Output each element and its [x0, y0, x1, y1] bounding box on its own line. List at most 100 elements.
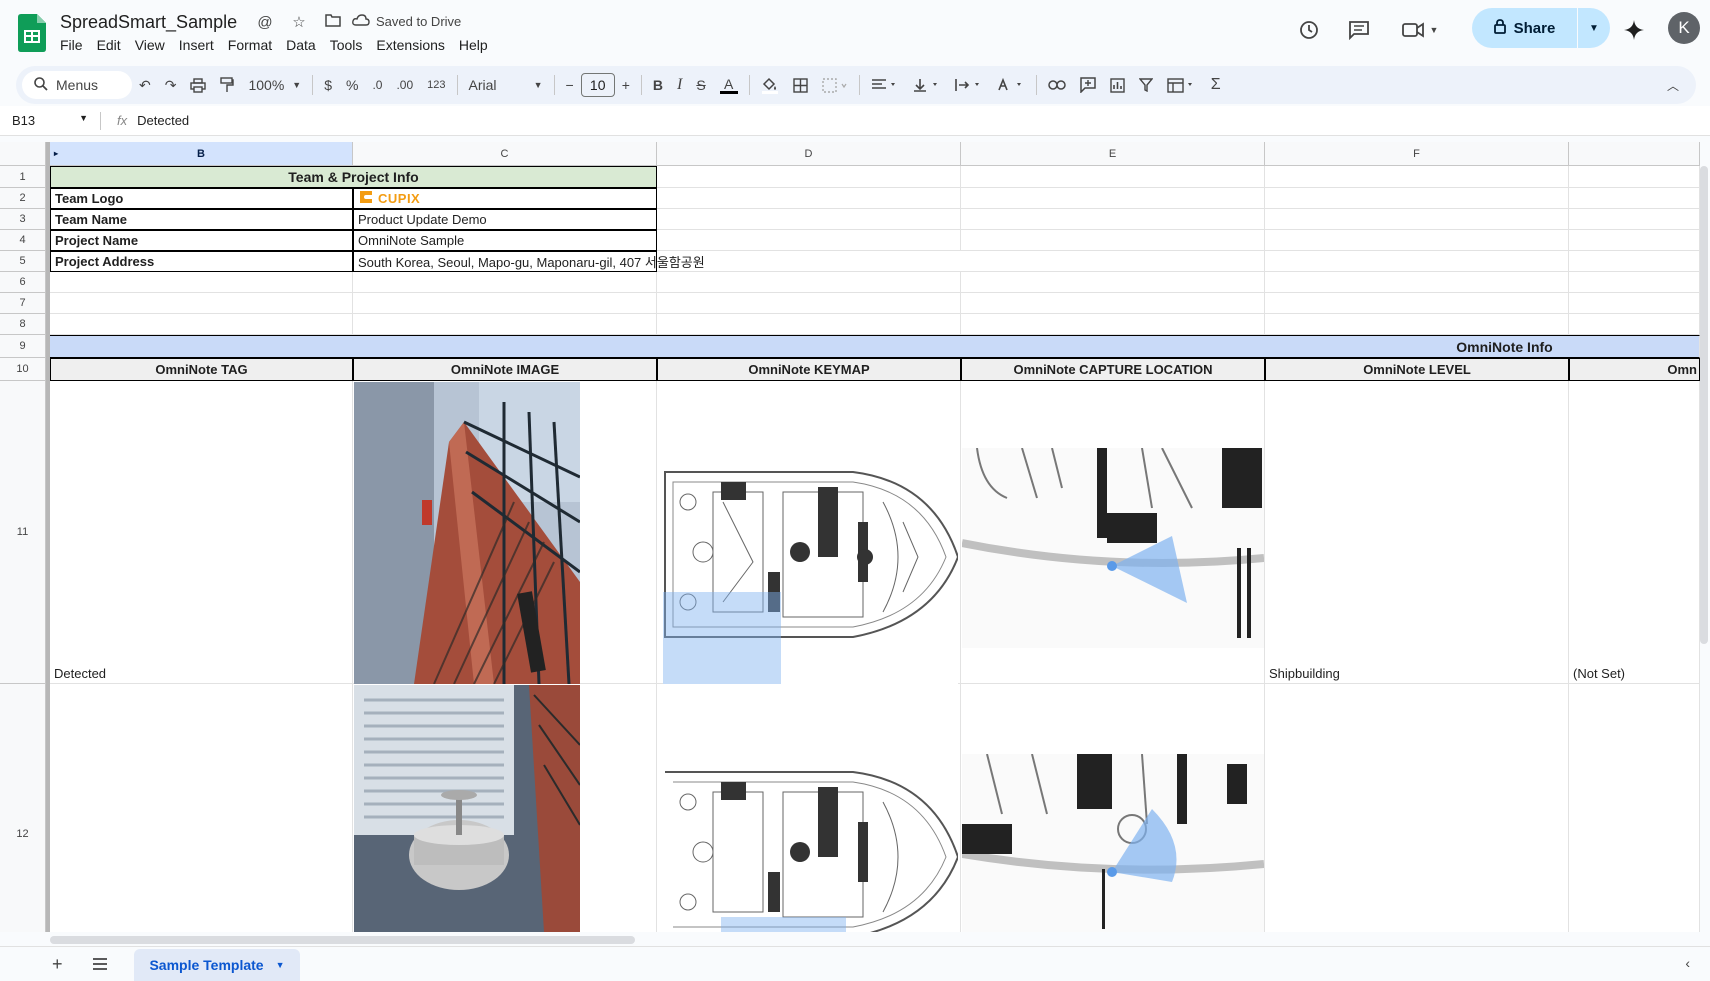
move-folder-icon[interactable]	[323, 13, 343, 31]
gemini-sparkle-icon[interactable]	[1620, 16, 1648, 44]
cell[interactable]	[1569, 684, 1700, 932]
select-all-corner[interactable]	[0, 142, 46, 166]
decrease-decimal-button[interactable]: .0	[365, 71, 389, 99]
at-sign-icon[interactable]: @	[255, 14, 275, 31]
cell[interactable]	[1265, 209, 1569, 230]
strikethrough-icon[interactable]: S	[689, 71, 712, 99]
row-header-2[interactable]: 2	[0, 188, 46, 209]
cell[interactable]	[657, 293, 961, 314]
cell[interactable]	[961, 314, 1265, 335]
column-header-b[interactable]: ▸ B	[50, 142, 353, 166]
row-header-12[interactable]: 12	[0, 684, 46, 932]
menu-view[interactable]: View	[128, 37, 172, 53]
zoom-select[interactable]: 100% ▼	[241, 71, 308, 99]
cell[interactable]	[657, 272, 961, 293]
cell[interactable]	[1569, 293, 1700, 314]
meet-camera-icon[interactable]: ▼	[1398, 16, 1442, 44]
omninote-capture-location-map-2[interactable]	[962, 754, 1264, 932]
column-header-e[interactable]: E	[961, 142, 1265, 166]
column-header-g[interactable]	[1569, 142, 1700, 166]
project-address-label[interactable]: Project Address	[50, 251, 353, 272]
avatar[interactable]: K	[1668, 12, 1700, 44]
cell[interactable]	[657, 230, 961, 251]
team-name-label[interactable]: Team Name	[50, 209, 353, 230]
horizontal-align-icon[interactable]	[864, 71, 906, 99]
document-title[interactable]: SpreadSmart_Sample	[60, 12, 237, 33]
cell[interactable]	[657, 166, 961, 188]
header-omninote-image[interactable]: OmniNote IMAGE	[353, 358, 657, 381]
column-header-c[interactable]: C	[353, 142, 657, 166]
header-omninote-truncated[interactable]: Omn	[1569, 358, 1700, 381]
row-header-10[interactable]: 10	[0, 358, 46, 381]
row-header-6[interactable]: 6	[0, 272, 46, 293]
menu-file[interactable]: File	[53, 37, 90, 53]
header-omninote-tag[interactable]: OmniNote TAG	[50, 358, 353, 381]
cell[interactable]	[1569, 272, 1700, 293]
cell[interactable]	[657, 188, 961, 209]
formula-input[interactable]: Detected	[137, 113, 189, 128]
omninote-level-cell[interactable]: Shipbuilding	[1265, 381, 1569, 684]
add-sheet-icon[interactable]: +	[52, 954, 63, 975]
star-icon[interactable]: ☆	[289, 13, 309, 31]
decrease-font-size-icon[interactable]: −	[559, 71, 581, 99]
cell[interactable]	[50, 272, 353, 293]
cell[interactable]	[961, 166, 1265, 188]
insert-link-icon[interactable]	[1041, 71, 1073, 99]
row-header-3[interactable]: 3	[0, 209, 46, 230]
insert-chart-icon[interactable]	[1103, 71, 1132, 99]
saved-status[interactable]: Saved to Drive	[352, 14, 461, 29]
borders-icon[interactable]	[786, 71, 815, 99]
horizontal-scrollbar[interactable]	[50, 936, 635, 944]
font-size-input[interactable]: 10	[580, 73, 615, 97]
more-formats-button[interactable]: 123	[420, 71, 452, 99]
font-select[interactable]: Arial ▼	[462, 71, 550, 99]
functions-icon[interactable]: Σ	[1204, 71, 1228, 99]
cell[interactable]	[1265, 230, 1569, 251]
redo-icon[interactable]: ↷	[158, 71, 184, 99]
percent-format-button[interactable]: %	[339, 71, 365, 99]
share-dropdown-icon[interactable]: ▼	[1578, 8, 1610, 48]
cell[interactable]	[353, 272, 657, 293]
sheets-logo-icon[interactable]	[18, 14, 46, 52]
cell[interactable]	[353, 314, 657, 335]
cell[interactable]	[1569, 188, 1700, 209]
row-header-8[interactable]: 8	[0, 314, 46, 335]
menu-edit[interactable]: Edit	[90, 37, 128, 53]
name-box[interactable]: B13 ▼	[0, 113, 100, 128]
omninote-capture-location-map[interactable]	[962, 448, 1264, 648]
bold-button[interactable]: B	[646, 71, 670, 99]
cell[interactable]	[50, 684, 353, 932]
cell[interactable]	[1569, 209, 1700, 230]
collapse-toolbar-icon[interactable]: ︿	[1660, 71, 1686, 99]
project-name-label[interactable]: Project Name	[50, 230, 353, 251]
text-wrapping-icon[interactable]	[948, 71, 990, 99]
header-omninote-capture-location[interactable]: OmniNote CAPTURE LOCATION	[961, 358, 1265, 381]
row-header-11[interactable]: 11	[0, 381, 46, 684]
text-color-icon[interactable]: A	[713, 71, 745, 99]
row-header-1[interactable]: 1	[0, 166, 46, 188]
cell[interactable]	[1265, 293, 1569, 314]
cell[interactable]	[1265, 251, 1569, 272]
filter-icon[interactable]	[1132, 71, 1160, 99]
omninote-info-header[interactable]: OmniNote Info	[50, 335, 1700, 358]
omninote-keymap-floorplan[interactable]	[663, 442, 958, 684]
menu-extensions[interactable]: Extensions	[369, 37, 451, 53]
print-icon[interactable]	[183, 71, 213, 99]
cell[interactable]	[961, 293, 1265, 314]
italic-button[interactable]: I	[670, 71, 689, 99]
menu-format[interactable]: Format	[221, 37, 279, 53]
team-name-value[interactable]: Product Update Demo	[353, 209, 657, 230]
cell[interactable]	[1569, 230, 1700, 251]
project-name-value[interactable]: OmniNote Sample	[353, 230, 657, 251]
comments-icon[interactable]	[1345, 16, 1373, 44]
sheet-tab-active[interactable]: Sample Template ▼	[134, 949, 300, 981]
row-header-5[interactable]: 5	[0, 251, 46, 272]
merge-cells-icon[interactable]	[815, 71, 855, 99]
insert-comment-icon[interactable]	[1073, 71, 1103, 99]
cell[interactable]	[961, 251, 1265, 272]
cell[interactable]	[1569, 314, 1700, 335]
all-sheets-icon[interactable]	[92, 957, 108, 975]
menu-insert[interactable]: Insert	[172, 37, 221, 53]
fill-color-icon[interactable]	[754, 71, 786, 99]
cell[interactable]	[1569, 251, 1700, 272]
